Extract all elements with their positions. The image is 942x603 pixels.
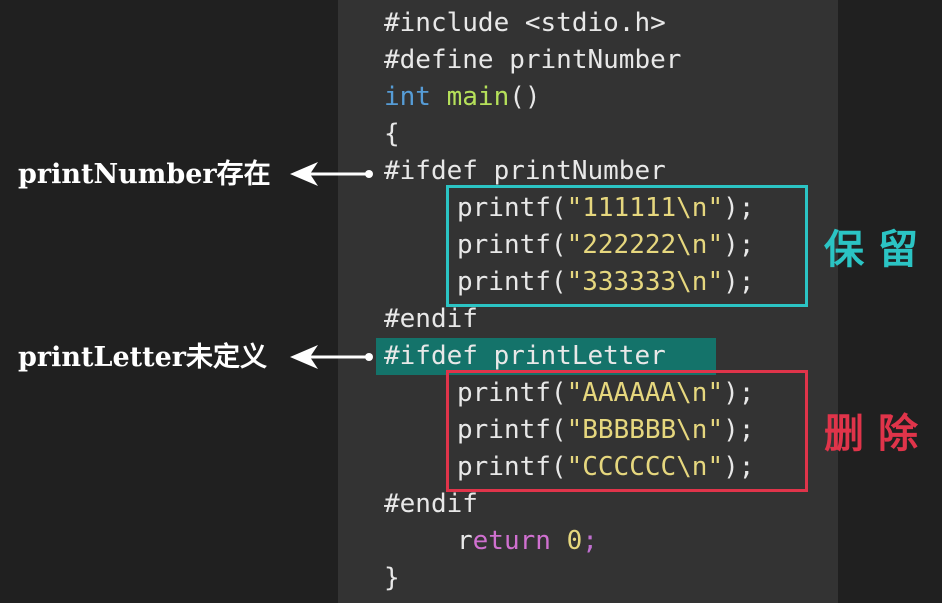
code-line-ifdef-letter: #ifdef printLetter xyxy=(384,341,666,371)
keyword-return: eturn xyxy=(472,526,551,556)
function-main: main xyxy=(446,82,510,112)
return-value: 0 xyxy=(566,526,583,556)
code-line-return: return 0; xyxy=(457,524,598,558)
keep-label: 保留 xyxy=(824,226,932,273)
main-parens: () xyxy=(509,82,541,112)
keep-highlight-box xyxy=(446,185,808,307)
code-line-open-brace: { xyxy=(384,119,400,149)
print-number-note: printNumber存在 xyxy=(18,159,271,190)
delete-label: 删除 xyxy=(824,410,932,457)
code-line-endif-1: #endif xyxy=(384,304,478,334)
print-letter-note: printLetter未定义 xyxy=(18,342,267,373)
return-r: r xyxy=(457,526,473,556)
code-line-main: int main() xyxy=(384,80,541,114)
code-line-close-brace: } xyxy=(384,563,400,593)
code-line-define: #define printNumber xyxy=(384,45,682,75)
keyword-int: int xyxy=(384,82,431,112)
code-line-include: #include <stdio.h> xyxy=(384,8,666,38)
return-semicolon: ; xyxy=(582,526,598,556)
code-line-ifdef-number: #ifdef printNumber xyxy=(384,156,666,186)
arrow-left-icon xyxy=(290,345,373,369)
arrow-left-icon xyxy=(290,162,373,186)
delete-highlight-box xyxy=(446,370,808,492)
code-line-endif-2: #endif xyxy=(384,489,478,519)
